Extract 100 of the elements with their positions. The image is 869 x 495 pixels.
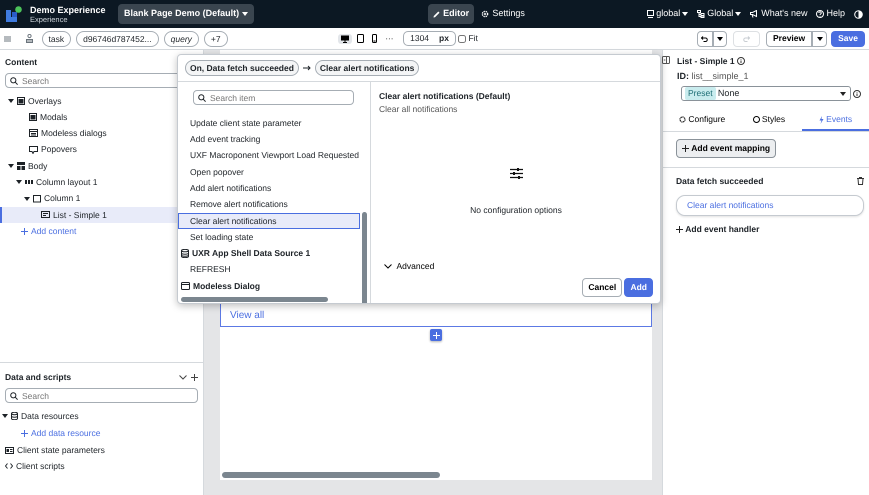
layout-icon [17, 162, 25, 170]
id-label: ID: [677, 70, 689, 81]
breadcrumb-chip[interactable]: Clear alert notifications [314, 60, 420, 76]
scrollbar[interactable] [181, 297, 328, 302]
search-field[interactable]: Search [5, 388, 198, 404]
action-item[interactable]: Open popover [178, 164, 360, 180]
info-icon[interactable] [736, 57, 745, 66]
tree-item[interactable]: Client state parameters [2, 442, 198, 458]
action-description: Clear all notifications [379, 102, 458, 116]
help-icon [816, 10, 824, 18]
database-icon [181, 249, 189, 258]
trash-icon[interactable] [857, 177, 864, 186]
plus-icon [682, 144, 689, 152]
chevron-down-icon[interactable] [178, 374, 186, 380]
tree-item[interactable]: Client scripts [2, 458, 198, 475]
id-value: list__simple_1 [692, 70, 749, 81]
search-field[interactable]: Search item [193, 90, 354, 105]
menu-dropdown[interactable]: Global [697, 7, 742, 21]
advanced-toggle[interactable]: Advanced [384, 260, 653, 273]
caret-down-icon [242, 12, 248, 16]
cancel-button[interactable]: Cancel [582, 278, 622, 297]
menu-dropdown[interactable]: global [647, 7, 688, 21]
page-selector[interactable]: Blank Page Demo (Default) [118, 4, 254, 24]
window-icon [181, 282, 190, 290]
tree-item[interactable]: Data resources [2, 408, 198, 424]
view-all-link[interactable]: View all [230, 308, 264, 322]
arrow-right-icon [302, 65, 311, 71]
mode-tab[interactable]: Editor [428, 4, 474, 24]
action-item[interactable]: UXF Macroponent Viewport Load Requested [178, 148, 360, 164]
group-header[interactable]: UXR App Shell Data Source 1 [178, 245, 360, 262]
add-event-mapping-button[interactable]: Add event mapping [676, 139, 776, 158]
add-button[interactable] [430, 329, 442, 342]
menu-link[interactable]: What's new [750, 7, 808, 21]
id-card-icon [5, 446, 14, 454]
plus-icon [21, 430, 28, 437]
caret-down-icon [16, 180, 22, 184]
action-item[interactable]: Update client state parameter [178, 115, 360, 132]
panel-tab[interactable]: Events [802, 110, 869, 131]
menu-link[interactable]: Help [816, 7, 845, 21]
list-icon [41, 210, 50, 219]
action-title: Clear alert notifications (Default) [379, 90, 512, 103]
plus-icon [676, 226, 683, 233]
group-header[interactable]: Modeless Dialog [178, 278, 360, 294]
undo-button[interactable] [696, 30, 712, 46]
redo-icon [742, 36, 750, 42]
context-chip[interactable]: +7 [204, 30, 228, 46]
add-content-link[interactable]: Add content [5, 223, 76, 240]
panel-title: Data and scripts [5, 371, 72, 384]
action-item[interactable]: Set loading state [178, 229, 360, 246]
add-button[interactable]: Add [624, 278, 653, 297]
panel-tab[interactable]: Configure [669, 110, 736, 131]
caret-down-icon [24, 196, 30, 201]
context-chip[interactable]: query [164, 30, 199, 46]
mode-tab[interactable]: Settings [476, 4, 530, 24]
add-event-handler-link[interactable]: Add event handler [676, 223, 864, 236]
info-icon[interactable] [853, 90, 861, 98]
panel-tab[interactable]: Styles [736, 110, 802, 131]
menu-icon[interactable] [4, 36, 11, 42]
caret-down-icon [8, 98, 14, 103]
action-item[interactable]: Add alert notifications [178, 180, 360, 196]
desktop-icon [340, 34, 349, 42]
user-icon[interactable] [26, 34, 32, 43]
phone-icon [372, 34, 378, 43]
caret-down-icon [716, 36, 722, 40]
panel-toggle-icon[interactable] [662, 56, 670, 64]
action-item[interactable]: Clear alert notifications [178, 212, 360, 230]
plus-icon [21, 228, 28, 235]
context-chip[interactable]: task [42, 30, 72, 46]
preview-button[interactable]: Preview [766, 30, 812, 46]
columns-icon [25, 179, 33, 186]
window-icon [29, 129, 38, 138]
caret-down-icon [682, 12, 688, 16]
search-icon [198, 94, 206, 102]
hierarchy-icon [697, 10, 706, 18]
more-button[interactable]: ··· [382, 32, 396, 46]
circle-icon [752, 116, 760, 124]
component-title: List - Simple 1 [677, 55, 735, 68]
save-button[interactable]: Save [831, 30, 865, 46]
contrast-icon[interactable] [854, 10, 863, 18]
event-handler-item[interactable]: Clear alert notifications [676, 195, 864, 216]
preset-select[interactable]: Preset None [681, 86, 851, 102]
dropdown-button[interactable] [712, 30, 726, 46]
context-chip[interactable]: d96746d787452... [76, 30, 159, 46]
breadcrumb-chip[interactable]: On, Data fetch succeeded [185, 60, 299, 76]
width-field[interactable]: 1304 px [403, 31, 456, 46]
sliders-icon [510, 168, 522, 178]
scrollbar[interactable] [362, 212, 367, 303]
preset-badge: Preset [685, 87, 716, 100]
caret-down-icon [8, 164, 14, 168]
fit-label: Fit [468, 32, 478, 45]
action-item[interactable]: REFRESH [178, 262, 360, 278]
device-button[interactable] [338, 34, 352, 44]
dropdown-button[interactable] [812, 30, 828, 46]
fit-checkbox[interactable] [458, 34, 466, 42]
monitor-icon [647, 10, 654, 18]
plus-icon [432, 332, 440, 339]
add-data-resource-link[interactable]: Add data resource [5, 424, 100, 442]
search-icon [10, 76, 18, 85]
action-item[interactable]: Add event tracking [178, 131, 360, 148]
scrollbar[interactable] [222, 472, 440, 478]
